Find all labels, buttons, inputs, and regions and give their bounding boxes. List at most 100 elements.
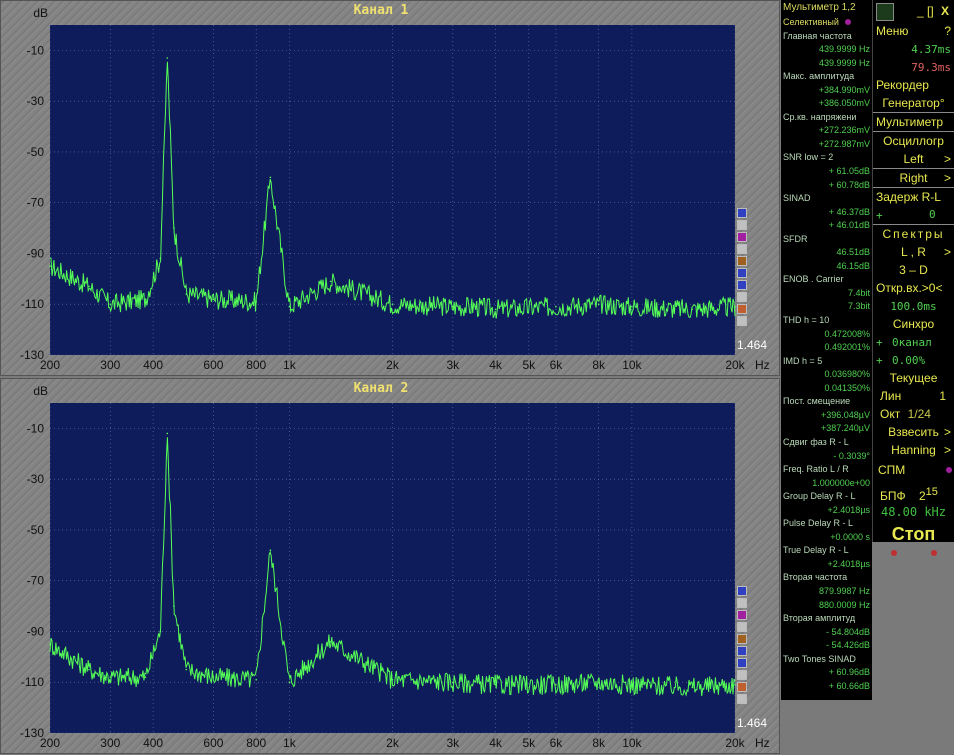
weigh-button[interactable]: Взвесить > (873, 423, 954, 441)
y-tick-label: -90 (27, 246, 45, 260)
legend-color-box[interactable] (737, 304, 747, 314)
x-tick-label: 600 (203, 358, 223, 372)
spectrum-point (109, 676, 112, 678)
legend-color-box[interactable] (737, 694, 747, 704)
oscilloscope-button[interactable]: Осциллогр (873, 131, 954, 150)
spectrum-point (597, 303, 600, 306)
recorder-button[interactable]: Рекордер (873, 76, 954, 94)
legend-channel-1 (737, 208, 749, 328)
x-tick-label: 400 (143, 358, 163, 372)
weigh-label: Взвесить (888, 425, 939, 439)
delay-button[interactable]: Задерж R-L (873, 187, 954, 206)
lin-row[interactable]: Лин 1 (873, 387, 954, 405)
x-tick-label: 10k (622, 358, 642, 372)
legend-color-box[interactable] (737, 646, 747, 656)
measurement-value: 46.51dB (836, 247, 870, 258)
scale-readout: 1.464 (737, 338, 767, 352)
legend-color-box[interactable] (737, 610, 747, 620)
measurement-header: True Delay R - L (783, 545, 849, 556)
x-tick-label: 4k (489, 358, 503, 372)
measurement-value: 7.4bit (847, 287, 870, 298)
legend-color-box[interactable] (737, 622, 747, 632)
measurement-value: +272.236mV (818, 125, 870, 136)
measurement-header: SFDR (783, 233, 808, 244)
legend-color-box[interactable] (737, 280, 747, 290)
spectrum-point (691, 308, 694, 311)
legend-color-box[interactable] (737, 268, 747, 278)
spectrum-point (269, 549, 272, 552)
spectrum-point (212, 676, 215, 678)
legend-color-box[interactable] (737, 658, 747, 668)
window-function-label: Hanning (891, 443, 936, 457)
generator-button[interactable]: Генератор° (873, 94, 954, 112)
legend-color-box[interactable] (737, 598, 747, 608)
oct-row[interactable]: Окт 1/24 (873, 405, 954, 423)
x-tick-label: 8k (592, 358, 606, 372)
sync-level-row[interactable]: + 0.00% (873, 351, 954, 369)
x-tick-label: 5k (522, 736, 536, 750)
spectrum-point (88, 668, 90, 671)
open-input-button[interactable]: Откр.вх.>0< (873, 279, 954, 297)
legend-color-box[interactable] (737, 586, 747, 596)
measurement-value: + 60.66dB (828, 680, 870, 691)
left-channel-button[interactable]: Left > (873, 150, 954, 168)
measurements-panel: Мультиметр 1,2 Селективный Главная часто… (781, 0, 872, 700)
right-channel-button[interactable]: Right > (873, 168, 954, 187)
multimeter-button[interactable]: Мультиметр (873, 112, 954, 131)
legend-color-box[interactable] (737, 220, 747, 230)
legend-color-box[interactable] (737, 316, 747, 326)
sync-level-plus: + (876, 354, 883, 367)
close-button[interactable]: X (941, 0, 949, 22)
measurement-value: 0.472008% (824, 328, 870, 339)
legend-color-box[interactable] (737, 670, 747, 680)
sync-button[interactable]: Синхро (873, 315, 954, 333)
legend-color-box[interactable] (737, 634, 747, 644)
spm-button[interactable]: СПМ (873, 459, 954, 481)
spectrum-point (269, 176, 272, 179)
legend-color-box[interactable] (737, 292, 747, 302)
legend-color-box[interactable] (737, 208, 747, 218)
spectrum-chart-channel-2: -10-30-50-70-90-110-130200 300 400 600 800 1k… (20, 384, 770, 750)
measurement-value: + 60.96dB (828, 667, 870, 678)
spectra-button[interactable]: Спектры (873, 224, 954, 243)
legend-color-box[interactable] (737, 232, 747, 242)
legend-color-box[interactable] (737, 682, 747, 692)
measurement-value: 0.036980% (824, 369, 870, 380)
stop-button[interactable]: Стоп (873, 521, 954, 547)
three-d-button[interactable]: 3 – D (873, 261, 954, 279)
menu-button[interactable]: Меню (876, 24, 908, 38)
spectrum-point (288, 305, 291, 308)
fft-row[interactable]: БПФ 215 (873, 481, 954, 503)
delay-value-row[interactable]: + 0 (873, 206, 954, 224)
spectrum-point (494, 308, 497, 311)
fft-exponent: 15 (925, 486, 938, 498)
left-channel-label: Left (903, 152, 924, 166)
window-function-button[interactable]: Hanning > (873, 441, 954, 459)
lr-button[interactable]: L , R > (873, 243, 954, 261)
minimize-button[interactable]: _ (917, 0, 924, 22)
spectrum-point (49, 643, 51, 645)
time-readout-1: 4.37ms (873, 40, 954, 58)
restore-button[interactable]: [] (927, 0, 934, 22)
x-axis-unit: Hz (755, 358, 770, 372)
spectrum-point (212, 298, 215, 300)
legend-color-box[interactable] (737, 256, 747, 266)
legend-color-box[interactable] (737, 244, 747, 254)
sample-rate-row[interactable]: 48.00 kHz (873, 503, 954, 521)
delay-plus: + (876, 209, 883, 222)
measurement-header: Главная частота (783, 30, 852, 41)
x-tick-label: 400 (143, 736, 163, 750)
y-tick-label: -110 (21, 675, 44, 689)
x-tick-label: 6k (550, 358, 564, 372)
spectrum-line (49, 61, 736, 319)
measurement-header: SNR low = 2 (783, 152, 834, 163)
lin-value: 1 (939, 389, 946, 403)
mode-row[interactable]: Селективный (781, 16, 872, 30)
legend-channel-2 (737, 586, 749, 706)
menu-row[interactable]: Меню ? (873, 22, 954, 40)
y-tick-label: -50 (27, 145, 45, 159)
sync-channel-row[interactable]: + 0канал (873, 333, 954, 351)
help-button[interactable]: ? (944, 22, 951, 40)
x-tick-label: 10k (622, 736, 642, 750)
current-button[interactable]: Текущее (873, 369, 954, 387)
